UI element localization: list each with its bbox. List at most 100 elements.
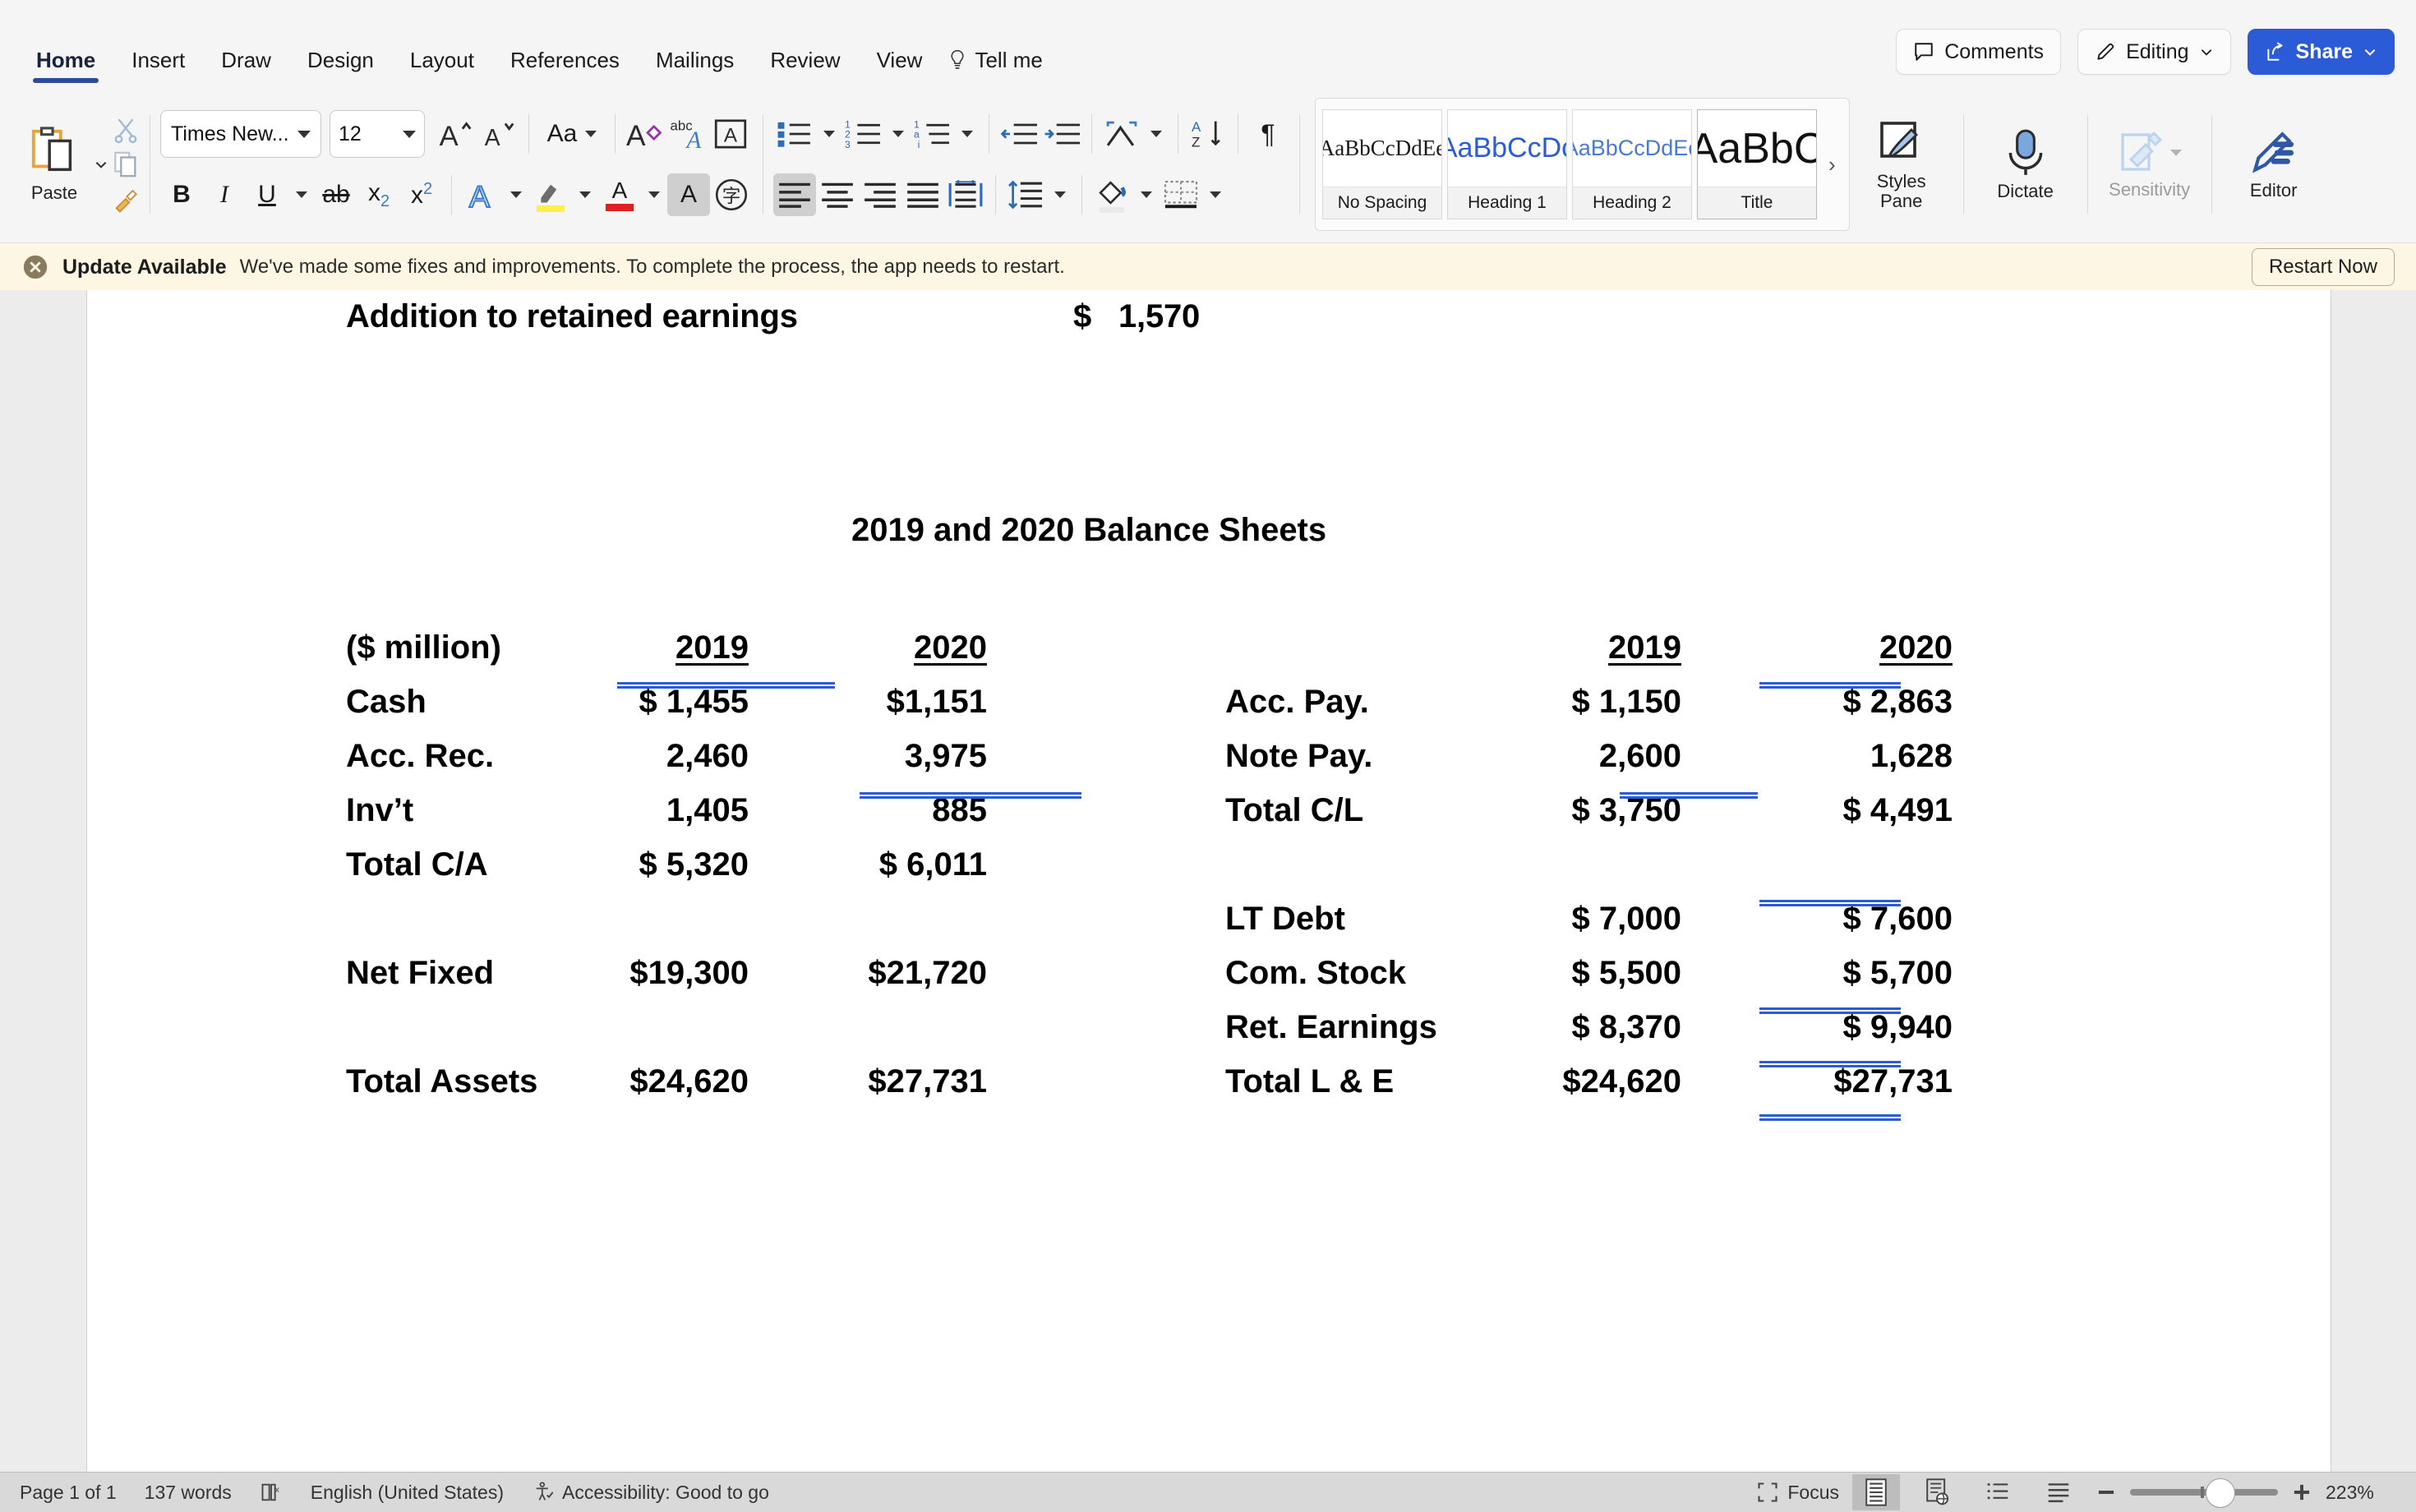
- sensitivity-button[interactable]: Sensitivity: [2098, 103, 2202, 226]
- multilevel-list-button[interactable]: 1 a i: [911, 113, 954, 155]
- table-row[interactable]: Inv’t 1,405 885: [346, 783, 987, 837]
- shading-button[interactable]: [1090, 173, 1133, 216]
- styles-pane-button[interactable]: Styles Pane: [1850, 103, 1953, 226]
- multilevel-options-button[interactable]: [954, 113, 980, 155]
- highlight-button[interactable]: [529, 173, 572, 216]
- subscript-button[interactable]: x2: [357, 173, 400, 216]
- table-row[interactable]: Total Assets $24,620 $27,731: [346, 1054, 987, 1109]
- liabilities-table[interactable]: 2019 2020 Acc. Pay. $ 1,150 $ 2,863 Note…: [1225, 620, 1953, 1109]
- underline-options-button[interactable]: [288, 173, 315, 216]
- zoom-level-label[interactable]: 223%: [2326, 1482, 2396, 1504]
- focus-mode-button[interactable]: Focus: [1756, 1481, 1839, 1504]
- paste-button[interactable]: Paste: [15, 125, 94, 204]
- grow-font-button[interactable]: A: [435, 113, 477, 155]
- align-center-button[interactable]: [816, 173, 859, 216]
- comments-button[interactable]: Comments: [1896, 29, 2062, 75]
- language-indicator[interactable]: English (United States): [311, 1482, 504, 1504]
- zoom-in-button[interactable]: [2291, 1482, 2312, 1503]
- phonetic-reading-button[interactable]: [1100, 113, 1143, 155]
- zoom-slider-knob[interactable]: [2206, 1478, 2235, 1508]
- outline-view-button[interactable]: [1974, 1474, 2022, 1510]
- tab-draw[interactable]: Draw: [203, 48, 289, 86]
- table-row[interactable]: Note Pay. 2,600 1,628: [1225, 729, 1953, 783]
- sort-button[interactable]: A Z: [1187, 113, 1229, 155]
- tab-mailings[interactable]: Mailings: [638, 48, 752, 86]
- accessibility-status[interactable]: Accessibility: Good to go: [532, 1481, 769, 1504]
- spelling-check-button[interactable]: abc A: [666, 113, 709, 155]
- share-button[interactable]: Share: [2247, 29, 2395, 75]
- table-row[interactable]: Acc. Rec. 2,460 3,975: [346, 729, 987, 783]
- font-color-options-button[interactable]: [641, 173, 667, 216]
- format-painter-icon[interactable]: [112, 185, 140, 213]
- italic-button[interactable]: I: [203, 173, 246, 216]
- reading-order-options-button[interactable]: [1143, 113, 1169, 155]
- character-border-button[interactable]: A: [709, 113, 752, 155]
- table-row[interactable]: Com. Stock $ 5,500 $ 5,700: [1225, 946, 1953, 1000]
- change-case-button[interactable]: Aa: [537, 113, 606, 155]
- bold-button[interactable]: B: [160, 173, 203, 216]
- tab-layout[interactable]: Layout: [392, 48, 492, 86]
- shading-options-button[interactable]: [1133, 173, 1160, 216]
- numbering-options-button[interactable]: [885, 113, 911, 155]
- bullets-options-button[interactable]: [816, 113, 842, 155]
- copy-icon[interactable]: [112, 150, 140, 178]
- style-heading-1[interactable]: AaBbCcDc Heading 1: [1447, 109, 1567, 219]
- document-canvas[interactable]: Addition to retained earnings $ 1,570 20…: [0, 290, 2416, 1473]
- style-no-spacing[interactable]: AaBbCcDdEe No Spacing: [1322, 109, 1442, 219]
- web-layout-view-button[interactable]: [1913, 1474, 1961, 1510]
- font-family-select[interactable]: Times New...: [160, 110, 321, 158]
- editing-mode-button[interactable]: Editing: [2077, 29, 2231, 75]
- tab-review[interactable]: Review: [752, 48, 858, 86]
- document-page[interactable]: Addition to retained earnings $ 1,570 20…: [86, 290, 2331, 1473]
- styles-gallery-more-button[interactable]: ›: [1822, 152, 1842, 177]
- highlight-options-button[interactable]: [572, 173, 598, 216]
- text-effects-options-button[interactable]: [503, 173, 529, 216]
- table-row[interactable]: Total C/A $ 5,320 $ 6,011: [346, 837, 987, 892]
- phonetic-guide-button[interactable]: 字: [710, 173, 753, 216]
- page-count[interactable]: Page 1 of 1: [20, 1482, 117, 1504]
- tab-design[interactable]: Design: [289, 48, 392, 86]
- dictate-button[interactable]: Dictate: [1974, 103, 2077, 226]
- font-color-button[interactable]: A: [598, 173, 641, 216]
- align-right-button[interactable]: [859, 173, 901, 216]
- table-row[interactable]: ($ million) 2019 2020: [346, 620, 987, 675]
- show-formatting-marks-button[interactable]: ¶: [1247, 113, 1289, 155]
- proofing-status[interactable]: x: [260, 1481, 283, 1504]
- justify-button[interactable]: [901, 173, 944, 216]
- superscript-button[interactable]: x2: [400, 173, 443, 216]
- distributed-button[interactable]: [944, 173, 987, 216]
- tab-insert[interactable]: Insert: [113, 48, 203, 86]
- decrease-indent-button[interactable]: [998, 113, 1040, 155]
- style-title[interactable]: AaBbC Title: [1697, 109, 1817, 219]
- style-heading-2[interactable]: AaBbCcDdEe Heading 2: [1572, 109, 1692, 219]
- zoom-out-button[interactable]: [2096, 1482, 2117, 1503]
- print-layout-view-button[interactable]: [1852, 1474, 1900, 1510]
- draft-view-button[interactable]: [2035, 1474, 2082, 1510]
- bullets-button[interactable]: [773, 113, 816, 155]
- line-spacing-options-button[interactable]: [1047, 173, 1073, 216]
- borders-options-button[interactable]: [1202, 173, 1229, 216]
- tab-view[interactable]: View: [859, 48, 941, 86]
- close-icon[interactable]: [21, 253, 49, 281]
- restart-now-button[interactable]: Restart Now: [2251, 248, 2395, 286]
- tab-home[interactable]: Home: [18, 48, 113, 86]
- document-body[interactable]: Addition to retained earnings $ 1,570 20…: [87, 290, 2331, 1473]
- clear-formatting-button[interactable]: A: [624, 113, 666, 155]
- numbering-button[interactable]: 1 2 3: [842, 113, 885, 155]
- cut-icon[interactable]: [112, 116, 140, 144]
- font-size-select[interactable]: 12: [330, 110, 425, 158]
- increase-indent-button[interactable]: [1040, 113, 1083, 155]
- paste-options-chevron-icon[interactable]: [94, 157, 108, 172]
- table-row[interactable]: Total C/L $ 3,750 $ 4,491: [1225, 783, 1953, 837]
- strikethrough-button[interactable]: ab: [315, 173, 357, 216]
- assets-table[interactable]: ($ million) 2019 2020 Cash $ 1,455 $1,15…: [346, 620, 987, 1109]
- zoom-slider[interactable]: [2130, 1478, 2278, 1508]
- table-row[interactable]: 2019 2020: [1225, 620, 1953, 675]
- align-left-button[interactable]: [773, 173, 816, 216]
- text-highlight-toggle-button[interactable]: A: [667, 173, 710, 216]
- line-spacing-button[interactable]: [1004, 173, 1047, 216]
- shrink-font-button[interactable]: A: [477, 113, 520, 155]
- tab-tell-me[interactable]: Tell me: [940, 48, 1060, 86]
- underline-button[interactable]: U: [246, 173, 288, 216]
- word-count[interactable]: 137 words: [145, 1482, 232, 1504]
